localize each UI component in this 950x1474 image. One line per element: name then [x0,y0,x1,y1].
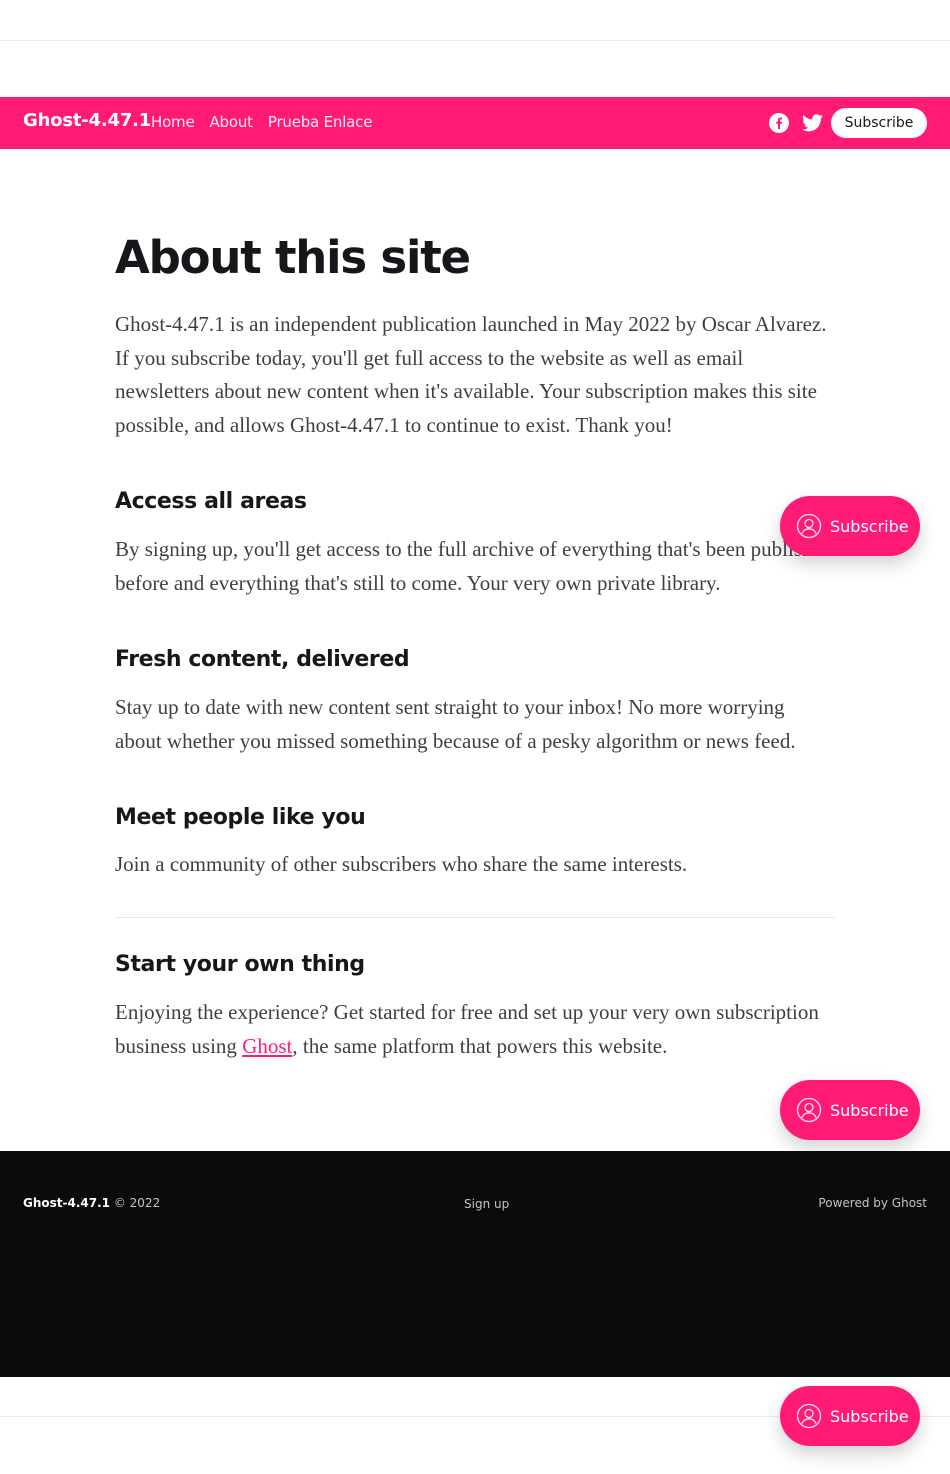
site-title-link[interactable]: Ghost-4.47.1 [23,110,151,131]
floating-subscribe-button[interactable]: Subscribe [780,496,920,556]
section-body-access: By signing up, you'll get access to the … [115,537,833,595]
section-heading-access: Access all areas [115,489,307,514]
user-circle-icon [796,1097,822,1123]
site-header: Ghost-4.47.1 Home About Prueba Enlace [0,97,950,149]
floating-subscribe-button[interactable]: Subscribe [780,1386,920,1446]
section-heading-start: Start your own thing [115,952,365,977]
nav-item-about[interactable]: About [210,113,254,131]
start-text-after: , the same platform that powers this web… [292,1033,668,1058]
footer-signup-link[interactable]: Sign up [464,1197,509,1211]
footer-copyright-year: © 2022 [113,1196,161,1210]
section-body-start: Enjoying the experience? Get started for… [115,996,835,1063]
header-subscribe-button[interactable]: Subscribe [831,108,927,138]
twitter-icon[interactable] [801,112,823,134]
floating-subscribe-label: Subscribe [830,1100,909,1120]
floating-subscribe-button[interactable]: Subscribe [780,1080,920,1140]
section-body-meet: Join a community of other subscribers wh… [115,852,688,876]
intro-paragraph: Ghost-4.47.1 is an independent publicati… [115,312,827,437]
facebook-icon[interactable] [768,112,790,134]
main-nav: Home About Prueba Enlace [151,113,372,131]
section-heading-meet: Meet people like you [115,805,366,830]
section-heading-fresh: Fresh content, delivered [115,647,410,672]
footer-brand-link[interactable]: Ghost-4.47.1 [23,1196,110,1210]
page-content: About this site Ghost-4.47.1 is an indep… [115,225,835,1058]
footer-copyright: Ghost-4.47.1 © 2022 [23,1196,160,1210]
content-divider [115,917,835,918]
user-circle-icon [796,513,822,539]
site-footer: Ghost-4.47.1 © 2022 Sign up Powered by G… [0,1151,950,1377]
section-body-fresh: Stay up to date with new content sent st… [115,695,796,753]
nav-item-prueba-enlace[interactable]: Prueba Enlace [268,113,373,131]
user-circle-icon [796,1403,822,1429]
page-title: About this site [115,231,471,284]
floating-subscribe-label: Subscribe [830,1406,909,1426]
nav-item-home[interactable]: Home [151,113,195,131]
ghost-link[interactable]: Ghost [242,1034,292,1058]
floating-subscribe-label: Subscribe [830,516,909,536]
top-divider [0,40,950,41]
footer-powered-by-link[interactable]: Powered by Ghost [818,1196,927,1210]
